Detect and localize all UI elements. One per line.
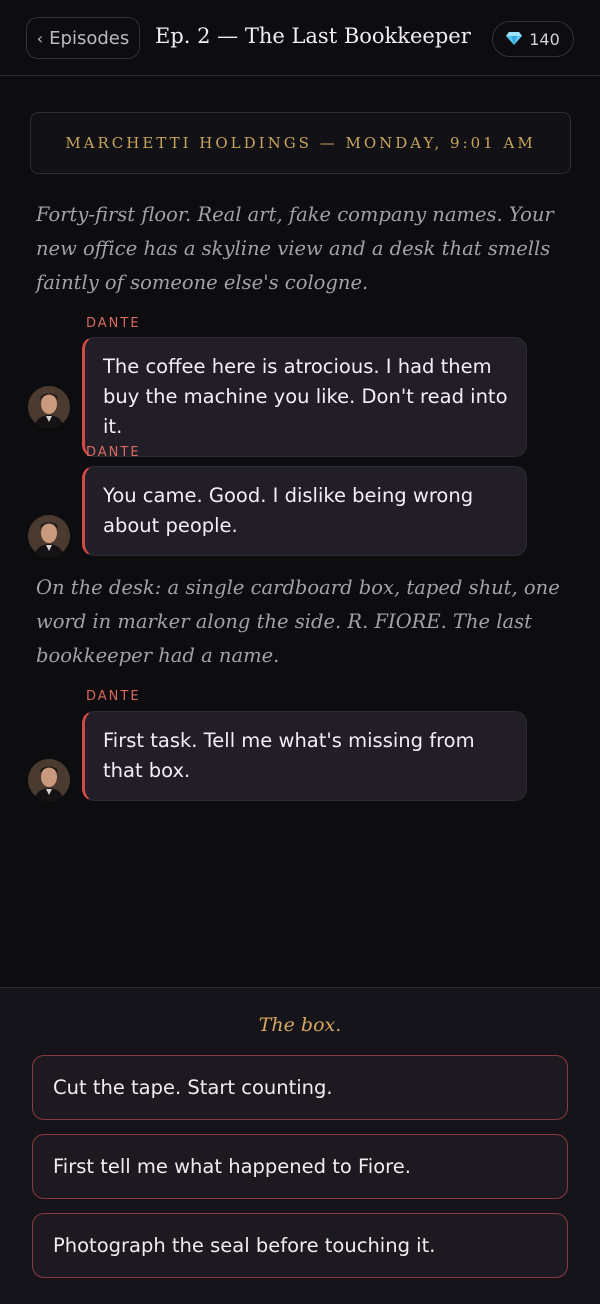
narration-text: On the desk: a single cardboard box, tap…	[36, 576, 560, 667]
speaker-name: DANTE	[86, 445, 141, 460]
choice-prompt: The box.	[258, 1014, 342, 1036]
choice-label: First tell me what happened to Fiore.	[53, 1155, 411, 1178]
dante-avatar	[28, 386, 70, 428]
choice-button[interactable]: Cut the tape. Start counting.	[32, 1055, 568, 1120]
dialogue-text: First task. Tell me what's missing from …	[103, 729, 475, 782]
diamond-icon	[506, 30, 523, 49]
dialogue-text: You came. Good. I dislike being wrong ab…	[103, 484, 474, 537]
top-bar: ‹ Episodes Ep. 2 — The Last Bookkeeper 1…	[0, 0, 600, 76]
dialogue-bubble: The coffee here is atrocious. I had them…	[82, 337, 527, 457]
chevron-left-icon: ‹	[36, 28, 44, 48]
back-to-episodes-button[interactable]: ‹ Episodes	[26, 17, 140, 59]
speaker-name: DANTE	[86, 689, 141, 704]
dante-avatar	[28, 515, 70, 557]
choice-button[interactable]: Photograph the seal before touching it.	[32, 1213, 568, 1278]
gem-count: 140	[529, 29, 560, 49]
dialogue-bubble: You came. Good. I dislike being wrong ab…	[82, 466, 527, 556]
dante-avatar	[28, 759, 70, 801]
episode-title: Ep. 2 — The Last Bookkeeper	[155, 24, 471, 48]
scene-location-card: MARCHETTI HOLDINGS — MONDAY, 9:01 AM	[30, 112, 571, 174]
dialogue-bubble: First task. Tell me what's missing from …	[82, 711, 527, 801]
dialogue-text: The coffee here is atrocious. I had them…	[103, 355, 508, 438]
narration-text: Forty-first floor. Real art, fake compan…	[36, 203, 554, 294]
gem-balance[interactable]: 140	[492, 21, 574, 57]
back-button-label: Episodes	[49, 27, 130, 49]
choice-button[interactable]: First tell me what happened to Fiore.	[32, 1134, 568, 1199]
scene-location-text: MARCHETTI HOLDINGS — MONDAY, 9:01 AM	[65, 133, 536, 152]
choice-label: Cut the tape. Start counting.	[53, 1076, 333, 1099]
choice-label: Photograph the seal before touching it.	[53, 1234, 436, 1257]
speaker-name: DANTE	[86, 316, 141, 331]
